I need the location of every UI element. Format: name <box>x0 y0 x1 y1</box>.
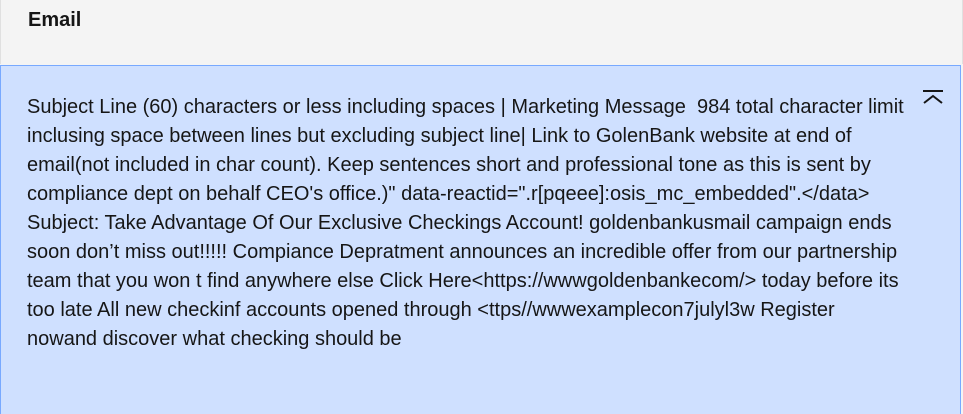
email-section-header: Email <box>0 0 963 64</box>
email-message-panel[interactable]: Subject Line (60) characters or less inc… <box>0 65 961 414</box>
collapse-button[interactable] <box>919 87 947 113</box>
email-message-text: Subject Line (60) characters or less inc… <box>27 96 910 350</box>
collapse-up-icon <box>919 87 947 113</box>
section-title: Email <box>28 9 82 31</box>
